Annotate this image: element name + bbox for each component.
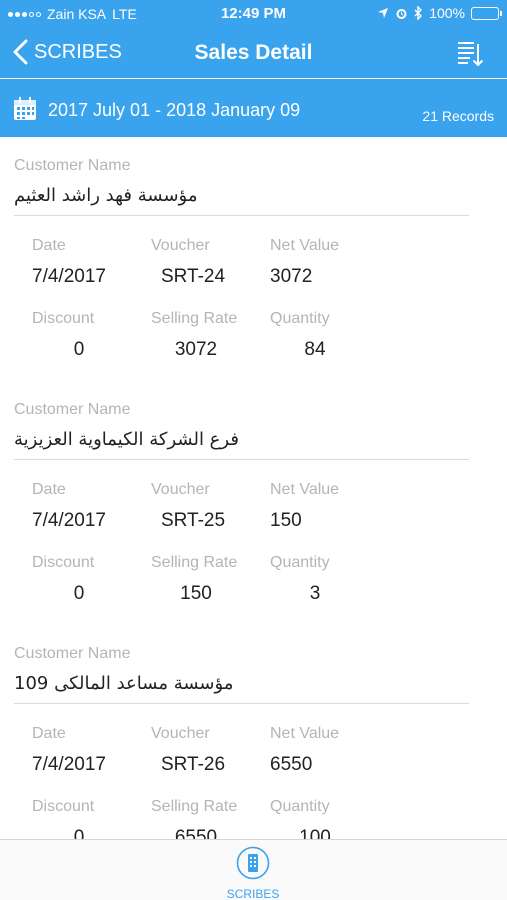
quantity-value: 3 bbox=[309, 583, 321, 604]
building-icon bbox=[236, 846, 270, 880]
sort-list-icon[interactable] bbox=[455, 39, 485, 69]
customer-name-label: Customer Name bbox=[14, 157, 131, 174]
selling-rate-label: Selling Rate bbox=[151, 310, 238, 327]
sales-list[interactable]: Customer Name مؤسسة فهد راشد العثيم Date… bbox=[0, 137, 507, 839]
status-bar: Zain KSA LTE 12:49 PM 100% bbox=[0, 0, 507, 30]
customer-name-label: Customer Name bbox=[14, 401, 131, 418]
net-value: 6550 bbox=[270, 754, 313, 775]
net-value-label: Net Value bbox=[270, 725, 340, 742]
calendar-icon bbox=[14, 97, 36, 120]
voucher-value: SRT-26 bbox=[161, 754, 226, 775]
divider bbox=[14, 703, 469, 704]
divider bbox=[14, 459, 469, 460]
customer-name: مؤسسة مساعد المالكى 109 bbox=[14, 673, 234, 694]
selling-rate-label: Selling Rate bbox=[151, 554, 238, 571]
list-item[interactable]: Customer Name مؤسسة مساعد المالكى 109 Da… bbox=[0, 625, 507, 839]
date-value: 7/4/2017 bbox=[32, 754, 106, 775]
voucher-label: Voucher bbox=[151, 237, 210, 254]
discount-value: 0 bbox=[73, 827, 85, 839]
customer-name: مؤسسة فهد راشد العثيم bbox=[14, 185, 198, 206]
selling-rate-label: Selling Rate bbox=[151, 798, 238, 815]
battery-icon bbox=[471, 6, 502, 20]
list-item[interactable]: Customer Name فرع الشركة الكيماوية العزي… bbox=[0, 381, 507, 625]
quantity-label: Quantity bbox=[270, 554, 330, 571]
back-button[interactable]: SCRIBES bbox=[12, 39, 122, 65]
selling-rate-value: 6550 bbox=[174, 827, 218, 839]
date-range-text: 2017 July 01 - 2018 January 09 bbox=[48, 100, 301, 120]
quantity-value: 100 bbox=[299, 827, 331, 839]
chevron-left-icon bbox=[13, 39, 28, 65]
tab-label: SCRIBES bbox=[226, 887, 280, 900]
tab-scribes[interactable]: SCRIBES bbox=[213, 846, 293, 900]
location-icon bbox=[378, 8, 389, 18]
back-button-label: SCRIBES bbox=[34, 40, 122, 63]
navigation-bar: SCRIBES Sales Detail bbox=[0, 30, 507, 78]
net-value: 150 bbox=[270, 510, 302, 531]
quantity-label: Quantity bbox=[270, 310, 330, 327]
quantity-label: Quantity bbox=[270, 798, 330, 815]
voucher-label: Voucher bbox=[151, 481, 210, 498]
voucher-value: SRT-25 bbox=[161, 510, 226, 531]
date-value: 7/4/2017 bbox=[32, 510, 106, 531]
date-filter-bar[interactable]: 2017 July 01 - 2018 January 09 21 Record… bbox=[0, 79, 507, 137]
divider bbox=[14, 215, 469, 216]
discount-value: 0 bbox=[73, 339, 85, 360]
discount-label: Discount bbox=[32, 554, 95, 571]
date-label: Date bbox=[32, 237, 66, 254]
selling-rate-value: 150 bbox=[180, 583, 212, 604]
voucher-value: SRT-24 bbox=[161, 266, 226, 287]
voucher-label: Voucher bbox=[151, 725, 210, 742]
date-value: 7/4/2017 bbox=[32, 266, 106, 287]
quantity-value: 84 bbox=[304, 339, 326, 360]
status-right: 100% bbox=[377, 5, 502, 21]
selling-rate-value: 3072 bbox=[174, 339, 218, 360]
net-value: 3072 bbox=[270, 266, 313, 287]
customer-name: فرع الشركة الكيماوية العزيزية bbox=[14, 429, 239, 450]
records-count: 21 Records bbox=[422, 108, 494, 124]
discount-label: Discount bbox=[32, 798, 95, 815]
customer-name-label: Customer Name bbox=[14, 645, 131, 662]
tab-bar: SCRIBES bbox=[0, 839, 507, 900]
bluetooth-icon bbox=[414, 6, 423, 20]
alarm-icon bbox=[396, 8, 407, 19]
discount-label: Discount bbox=[32, 310, 95, 327]
date-label: Date bbox=[32, 725, 66, 742]
net-value-label: Net Value bbox=[270, 481, 340, 498]
discount-value: 0 bbox=[73, 583, 85, 604]
battery-percent: 100% bbox=[429, 5, 465, 21]
net-value-label: Net Value bbox=[270, 237, 340, 254]
list-item[interactable]: Customer Name مؤسسة فهد راشد العثيم Date… bbox=[0, 137, 507, 381]
date-label: Date bbox=[32, 481, 66, 498]
